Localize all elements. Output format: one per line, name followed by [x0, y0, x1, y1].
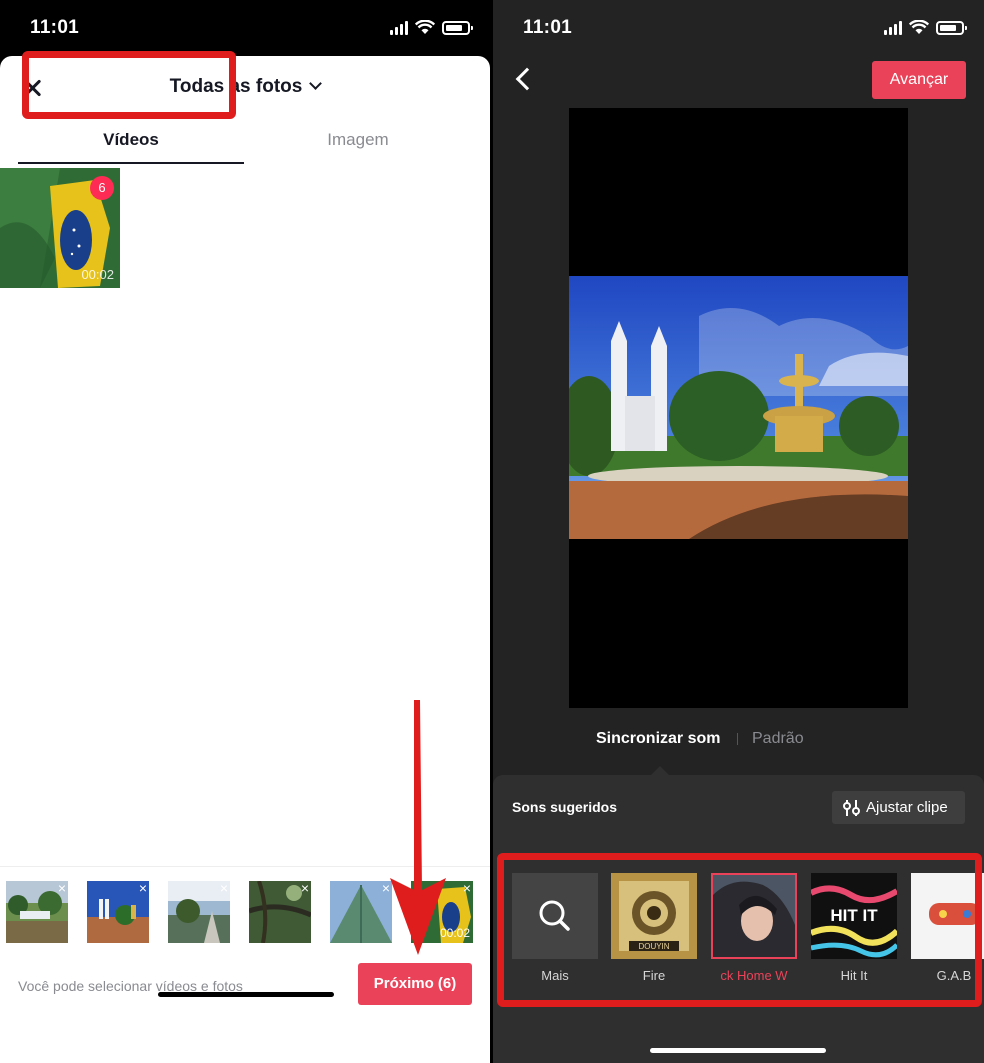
sound-art	[512, 873, 598, 959]
remove-icon[interactable]: ×	[220, 881, 228, 895]
tab-videos[interactable]: Vídeos	[18, 130, 244, 164]
signal-icon	[884, 20, 902, 35]
tab-label: Imagem	[327, 130, 389, 149]
tab-label: Vídeos	[103, 130, 159, 149]
signal-icon	[390, 20, 408, 35]
mode-divider	[737, 733, 738, 745]
sound-label: Fire	[642, 968, 666, 983]
search-icon	[539, 900, 570, 931]
sound-label: G.A.B	[936, 968, 972, 983]
suggested-sounds-panel: Sons sugeridos Ajustar clipe Mais DOUYIN…	[493, 775, 984, 1063]
adjust-clip-button[interactable]: Ajustar clipe	[832, 791, 965, 824]
sound-label: Hit It	[840, 968, 868, 983]
preview-photo	[569, 276, 908, 539]
selected-thumbnail[interactable]: ×	[6, 881, 68, 943]
church-fountain-image	[569, 276, 908, 539]
wifi-icon	[909, 20, 929, 34]
sound-art: DOUYIN	[611, 873, 697, 959]
next-button[interactable]: Próximo (6)	[358, 963, 472, 1005]
battery-icon	[936, 20, 967, 35]
sliders-icon	[843, 799, 860, 816]
selected-thumbnail[interactable]: ×	[168, 881, 230, 943]
album-cover-fire: DOUYIN	[611, 873, 697, 959]
home-indicator	[650, 1048, 826, 1053]
media-picker-screen: 11:01 Todas as fotos Vídeos Imagem 6 00:…	[0, 0, 490, 1063]
tab-imagem[interactable]: Imagem	[245, 130, 471, 164]
album-cover-controller	[911, 873, 984, 959]
picker-sheet: Todas as fotos Vídeos Imagem 6 00:02 × ×…	[0, 56, 490, 1063]
mode-sync-sound[interactable]: Sincronizar som	[596, 730, 720, 748]
status-bar: 11:01	[493, 0, 984, 56]
home-indicator	[158, 992, 334, 997]
picker-footer: Você pode selecionar vídeos e fotos Próx…	[0, 952, 490, 1063]
video-duration: 00:02	[439, 926, 470, 940]
selected-thumbnail[interactable]: ×	[249, 881, 311, 943]
status-icons	[390, 20, 473, 35]
status-time: 11:01	[523, 17, 573, 38]
chevron-down-icon	[309, 77, 323, 90]
sound-art: HIT IT	[811, 873, 897, 959]
album-selector[interactable]: Todas as fotos	[0, 76, 490, 98]
suggested-sounds-title: Sons sugeridos	[512, 799, 618, 815]
status-bar: 11:01	[0, 0, 490, 56]
selected-thumbnail[interactable]: ×	[330, 881, 392, 943]
editor-screen: 11:01 Avançar Sincronizar som Padrão Son…	[493, 0, 984, 1063]
battery-icon	[442, 20, 473, 35]
remove-icon[interactable]: ×	[139, 881, 147, 895]
back-icon[interactable]	[515, 67, 539, 91]
sound-art	[711, 873, 797, 959]
adjust-clip-label: Ajustar clipe	[866, 799, 948, 816]
remove-icon[interactable]: ×	[301, 881, 309, 895]
remove-icon[interactable]: ×	[58, 881, 66, 895]
selection-count-badge: 6	[90, 176, 114, 200]
sound-art	[911, 873, 984, 959]
video-preview[interactable]	[569, 108, 908, 708]
sound-label: Mais	[541, 968, 569, 983]
status-time: 11:01	[30, 17, 80, 38]
advance-button[interactable]: Avançar	[872, 61, 966, 99]
sound-label: ck Home W	[720, 968, 788, 983]
remove-icon[interactable]: ×	[382, 881, 390, 895]
remove-icon[interactable]: ×	[463, 881, 471, 895]
status-icons	[884, 20, 967, 35]
mode-default[interactable]: Padrão	[752, 730, 804, 748]
media-thumbnail[interactable]: 6 00:02	[0, 168, 120, 288]
album-art-text: DOUYIN	[638, 942, 669, 951]
album-cover-hit-it: HIT IT	[811, 873, 897, 959]
selected-media-strip: × × × × × × 00:02	[0, 866, 490, 952]
selected-thumbnail[interactable]: × 00:02	[411, 881, 473, 943]
video-duration: 00:02	[81, 267, 114, 282]
selected-thumbnail[interactable]: ×	[87, 881, 149, 943]
wifi-icon	[415, 20, 435, 34]
album-title: Todas as fotos	[169, 76, 303, 97]
album-art-text: HIT IT	[830, 906, 878, 925]
album-cover-portrait	[713, 875, 795, 957]
